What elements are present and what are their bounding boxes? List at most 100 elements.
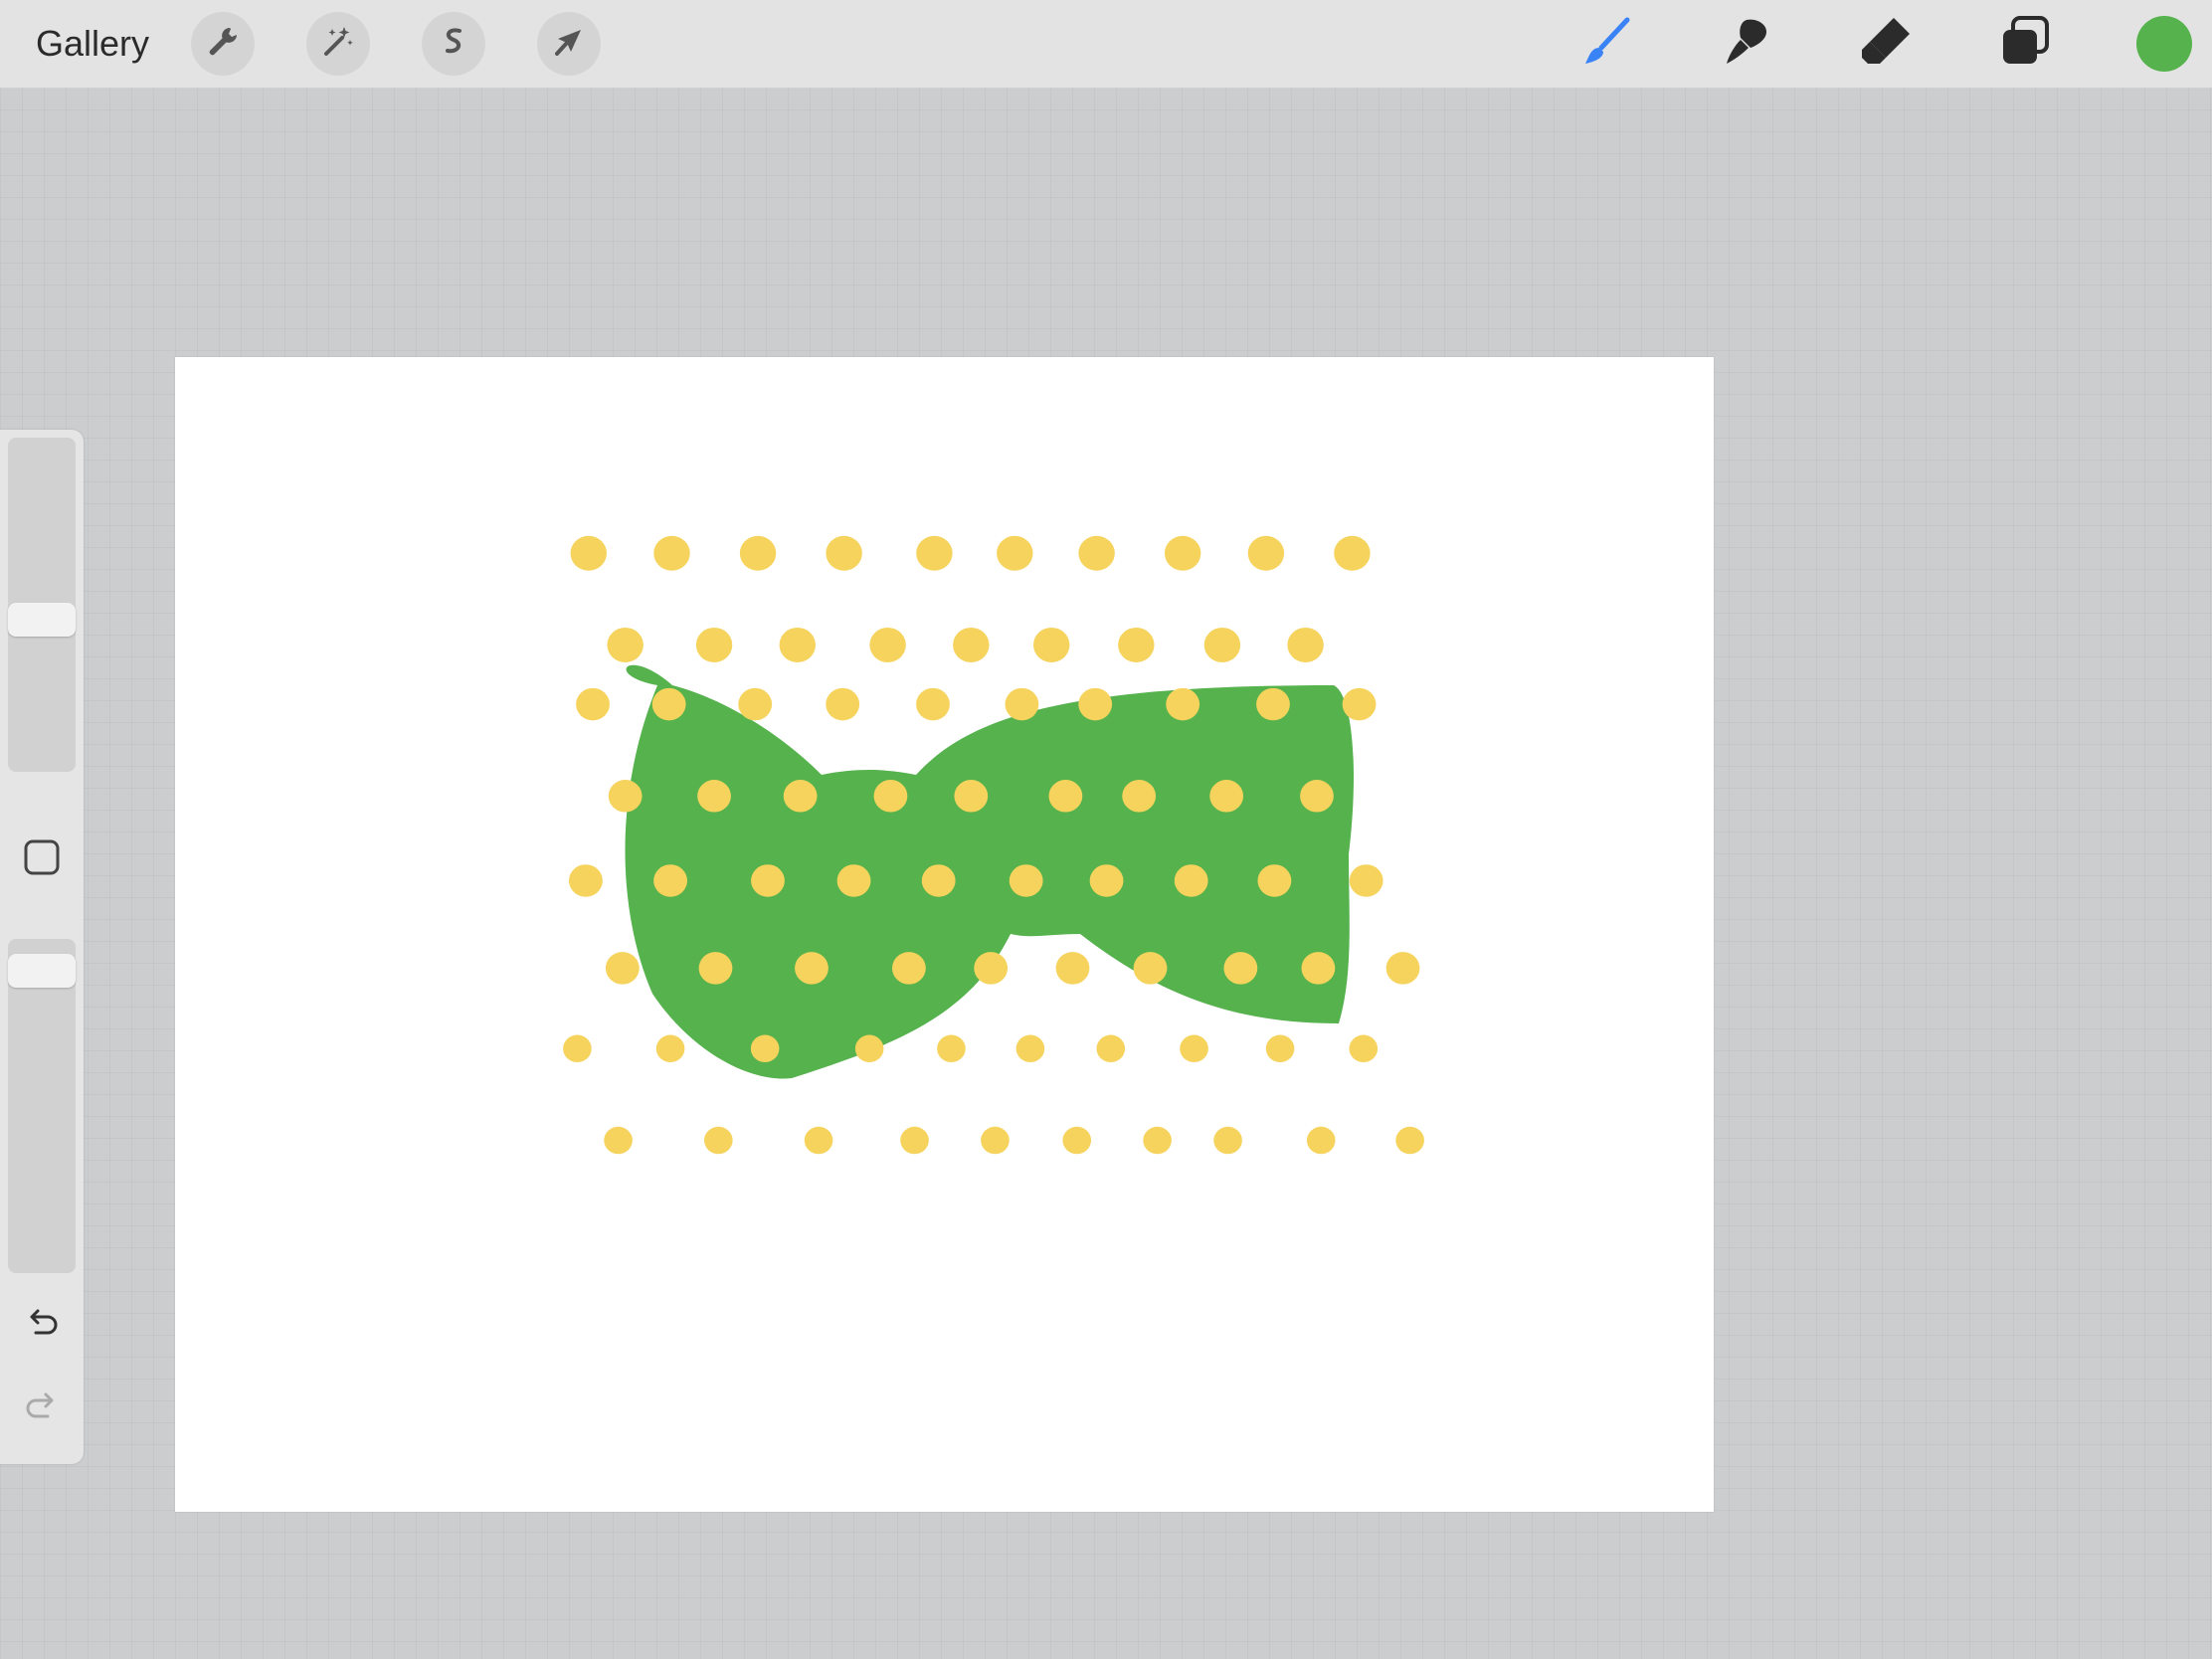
polka-dot [1213, 1126, 1242, 1155]
polka-dot [738, 687, 773, 721]
polka-dot [937, 1034, 966, 1063]
gallery-button[interactable]: Gallery [36, 20, 149, 68]
polka-dot [1306, 1126, 1336, 1155]
polka-dot [1349, 864, 1383, 897]
polka-dot [1078, 687, 1113, 721]
polka-dot [1256, 687, 1290, 721]
polka-dot [1395, 1126, 1424, 1155]
polka-dot [750, 1034, 780, 1063]
polka-dot [869, 627, 906, 662]
polka-dot [1032, 627, 1070, 662]
artwork [563, 535, 1424, 1155]
polka-dot [1287, 627, 1324, 662]
bow-tie-shape [625, 664, 1354, 1079]
sidebar [0, 430, 84, 1464]
brush-size-thumb[interactable] [8, 603, 76, 638]
square-icon [22, 837, 62, 882]
polka-dot [779, 627, 816, 662]
polka-dot [697, 780, 731, 813]
polka-dot [1166, 687, 1200, 721]
polka-dot [695, 627, 733, 662]
polka-dot [954, 780, 989, 813]
selection-button[interactable] [422, 12, 485, 76]
polka-dot [1122, 780, 1157, 813]
polka-dot [1118, 627, 1155, 662]
polka-dot [783, 780, 818, 813]
polka-dot [607, 627, 644, 662]
undo-icon [22, 1305, 62, 1350]
polka-dot [1301, 952, 1336, 985]
polka-dot [651, 687, 686, 721]
polka-dot [1223, 952, 1258, 985]
top-toolbar: Gallery [0, 0, 2212, 89]
polka-dot [1078, 535, 1115, 571]
polka-dot [981, 1126, 1010, 1155]
polka-dot [1096, 1034, 1126, 1063]
polka-dot [655, 1034, 685, 1063]
polka-dot [1342, 687, 1377, 721]
layers-button[interactable] [1995, 14, 2055, 74]
color-picker-button[interactable] [2136, 16, 2192, 72]
polka-dot [704, 1126, 733, 1155]
polka-dot [826, 687, 860, 721]
polka-dot [576, 687, 610, 721]
polka-dot [1349, 1034, 1379, 1063]
brush-icon [1577, 12, 1637, 77]
polka-dot [900, 1126, 929, 1155]
polka-dot [563, 1034, 592, 1063]
polka-dot [1055, 952, 1090, 985]
polka-dot [974, 952, 1009, 985]
polka-dot [804, 1126, 833, 1155]
undo-button[interactable] [18, 1303, 66, 1351]
polka-dot [1009, 864, 1043, 897]
polka-dot [605, 952, 640, 985]
polka-dot [1062, 1126, 1092, 1155]
polka-dot [1385, 952, 1420, 985]
polka-dot [1257, 864, 1292, 897]
polka-dot [1133, 952, 1168, 985]
polka-dot [698, 952, 733, 985]
smudge-tool-button[interactable] [1717, 14, 1776, 74]
polka-dot [1334, 535, 1371, 571]
transform-button[interactable] [537, 12, 601, 76]
actions-button[interactable] [191, 12, 255, 76]
eraser-tool-button[interactable] [1856, 14, 1916, 74]
redo-button[interactable] [18, 1386, 66, 1434]
polka-dot [1300, 780, 1334, 813]
polka-dot [1005, 687, 1039, 721]
polka-dot [1265, 1034, 1295, 1063]
polka-dot [854, 1034, 884, 1063]
polka-dot [891, 952, 926, 985]
eraser-icon [1856, 12, 1916, 77]
selection-icon [436, 24, 471, 65]
polka-dot [653, 864, 687, 897]
modify-button[interactable] [22, 839, 62, 879]
polka-dot [608, 780, 643, 813]
layers-icon [1995, 12, 2055, 77]
redo-icon [22, 1388, 62, 1433]
polka-dot [653, 535, 690, 571]
polka-dot [1089, 864, 1124, 897]
polka-dot [1174, 864, 1208, 897]
polka-dot [751, 864, 785, 897]
polka-dot [569, 864, 603, 897]
opacity-thumb[interactable] [8, 954, 76, 989]
wrench-icon [205, 24, 241, 65]
polka-dot [1015, 1034, 1045, 1063]
magic-wand-icon [320, 24, 356, 65]
polka-dot [836, 864, 871, 897]
adjustments-button[interactable] [306, 12, 370, 76]
polka-dot [739, 535, 777, 571]
polka-dot [1143, 1126, 1172, 1155]
polka-dot [604, 1126, 633, 1155]
polka-dot [1048, 780, 1083, 813]
opacity-slider[interactable] [8, 939, 76, 1273]
polka-dot [826, 535, 862, 571]
smudge-icon [1717, 12, 1776, 77]
polka-dot [1180, 1034, 1208, 1063]
drawing-canvas[interactable] [175, 357, 1714, 1512]
polka-dot [570, 535, 607, 571]
polka-dot [1203, 627, 1241, 662]
polka-dot [916, 535, 953, 571]
brush-tool-button[interactable] [1577, 14, 1637, 74]
